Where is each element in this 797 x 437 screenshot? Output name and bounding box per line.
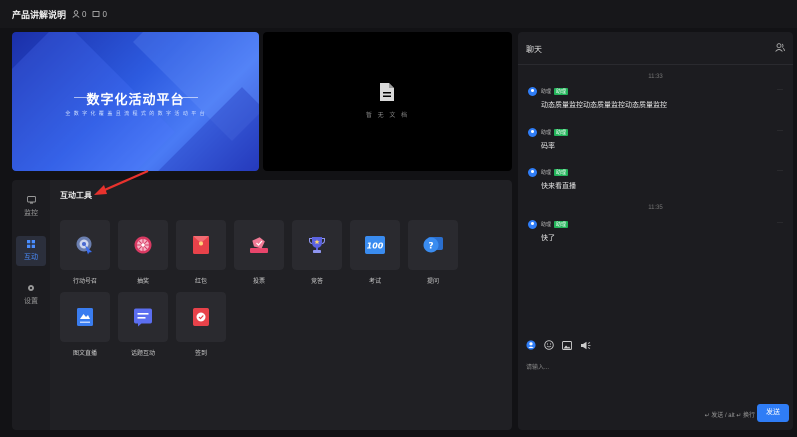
- more-options-icon[interactable]: ···: [777, 128, 783, 134]
- page-title: 产品讲解说明: [12, 9, 67, 20]
- tool-check-in[interactable]: 签到: [176, 292, 226, 357]
- tool-image-text-live[interactable]: 图文直播: [60, 292, 110, 357]
- top-bar: 产品讲解说明 0 0: [0, 0, 797, 28]
- tools-heading: 互动工具: [60, 191, 92, 200]
- send-hint: ↵ 发送 / alt ↵ 换行: [704, 413, 755, 419]
- tool-question[interactable]: ? 提问: [408, 220, 458, 285]
- role-badge: 助理: [554, 221, 569, 228]
- tool-label: 投票: [252, 279, 265, 285]
- tool-lottery[interactable]: 抽奖: [118, 220, 168, 285]
- chat-message: 助理 助理 ··· 动态质量监控动态质量监控动态质量监控: [528, 87, 783, 110]
- more-options-icon[interactable]: ···: [777, 220, 783, 226]
- grid-icon: [27, 240, 35, 250]
- image-text-icon: [77, 308, 93, 326]
- topic-icon: [134, 308, 152, 327]
- chat-panel: 聊天 11:33 助理 助理 ··· 动态质量监控动态质量监控动态质量监控 助理助…: [518, 32, 793, 430]
- doc-count: 0: [92, 9, 107, 19]
- message-text: 动态质量监控动态质量监控动态质量监控: [541, 102, 667, 109]
- announcement-icon[interactable]: [580, 341, 591, 350]
- nav-item-settings[interactable]: 设置: [16, 280, 46, 310]
- question-icon: ?: [423, 237, 443, 253]
- nav-item-label: 设置: [24, 298, 38, 305]
- sender-name: 助理: [541, 89, 552, 95]
- chat-message: 助理 助理 ··· 快了: [528, 220, 783, 243]
- more-options-icon[interactable]: ···: [777, 87, 783, 93]
- tool-label: 红包: [194, 279, 207, 285]
- slide-preview[interactable]: 数字化活动平台 全 数 字 化 覆 盖 且 流 程 式 的 数 字 活 动 平 …: [12, 32, 259, 171]
- avatar: [528, 128, 537, 137]
- tool-call-to-action[interactable]: 行动号召: [60, 220, 110, 285]
- viewer-count-value: 0: [82, 9, 87, 19]
- nav-item-interact[interactable]: 互动: [16, 236, 46, 266]
- tool-label: 图文直播: [72, 351, 97, 357]
- document-pane: 暂 无 文 档: [263, 32, 512, 171]
- interactive-tools-panel: 互动工具 行动号召 抽奖 红包 投票 竞答 100 考试 ? 提问 图文直播 话…: [50, 180, 512, 430]
- nav-item-monitor[interactable]: 监控: [16, 192, 46, 222]
- tool-label: 竞答: [310, 279, 323, 285]
- tool-vote[interactable]: 投票: [234, 220, 284, 285]
- file-icon: [380, 83, 394, 101]
- tool-label: 签到: [194, 351, 207, 357]
- timestamp: 11:33: [648, 74, 663, 80]
- tool-quiz[interactable]: 竞答: [292, 220, 342, 285]
- sender-name: 助理: [541, 170, 552, 176]
- chat-message: 助理 助理 ··· 快来看直播: [528, 168, 783, 191]
- timestamp: 11:35: [648, 205, 663, 211]
- side-nav: 监控 互动 设置: [12, 180, 50, 430]
- annotation-arrow: [94, 169, 149, 195]
- nav-item-label: 互动: [24, 254, 38, 261]
- tool-label: 行动号召: [72, 279, 97, 285]
- tool-red-envelope[interactable]: 红包: [176, 220, 226, 285]
- tool-label: 抽奖: [136, 279, 149, 285]
- avatar: [528, 220, 537, 229]
- chat-title: 聊天: [526, 45, 542, 54]
- message-text: 码率: [541, 143, 555, 150]
- checkin-icon: [193, 308, 209, 326]
- more-options-icon[interactable]: ···: [777, 168, 783, 174]
- exam-icon: 100: [365, 236, 385, 254]
- slide-subtitle: 全 数 字 化 覆 盖 且 流 程 式 的 数 字 活 动 平 台: [65, 111, 206, 117]
- tool-topic-interaction[interactable]: 话题互动: [118, 292, 168, 357]
- viewer-count: 0: [72, 10, 86, 19]
- empty-doc-text: 暂 无 文 档: [365, 113, 409, 119]
- chat-message: 助理 助理 ··· 码率: [528, 128, 783, 151]
- role-badge: 助理: [554, 88, 569, 95]
- doc-count-value: 0: [102, 9, 107, 19]
- monitor-icon: [26, 196, 36, 206]
- lottery-wheel-icon: [134, 236, 152, 254]
- slide-title: 数字化活动平台: [86, 92, 185, 107]
- svg-text:100: 100: [367, 242, 384, 251]
- chat-input[interactable]: 请输入...: [526, 362, 549, 371]
- avatar: [528, 87, 537, 96]
- sender-name: 助理: [541, 130, 552, 136]
- trophy-icon: [309, 237, 325, 253]
- send-button[interactable]: 发送: [757, 404, 789, 422]
- image-icon[interactable]: [562, 340, 572, 350]
- nav-item-label: 监控: [24, 210, 38, 217]
- chat-toolbar: [526, 340, 599, 350]
- message-text: 快来看直播: [541, 183, 576, 190]
- tool-label: 话题互动: [130, 351, 155, 357]
- sender-name: 助理: [541, 222, 552, 228]
- tool-label: 提问: [426, 279, 439, 285]
- target-icon: [76, 236, 92, 255]
- tool-exam[interactable]: 100 考试: [350, 220, 400, 285]
- members-icon[interactable]: [775, 43, 785, 52]
- svg-text:?: ?: [428, 242, 433, 252]
- role-badge: 助理: [554, 169, 569, 176]
- avatar: [528, 168, 537, 177]
- gear-icon: [27, 284, 35, 294]
- user-icon[interactable]: [526, 340, 536, 350]
- red-envelope-icon: [193, 236, 209, 254]
- person-icon: [72, 10, 80, 18]
- role-badge: 助理: [554, 129, 569, 136]
- document-icon: [93, 11, 100, 17]
- message-text: 快了: [541, 235, 555, 242]
- vote-icon: [250, 237, 268, 253]
- tool-label: 考试: [368, 279, 381, 285]
- emoji-icon[interactable]: [544, 340, 554, 350]
